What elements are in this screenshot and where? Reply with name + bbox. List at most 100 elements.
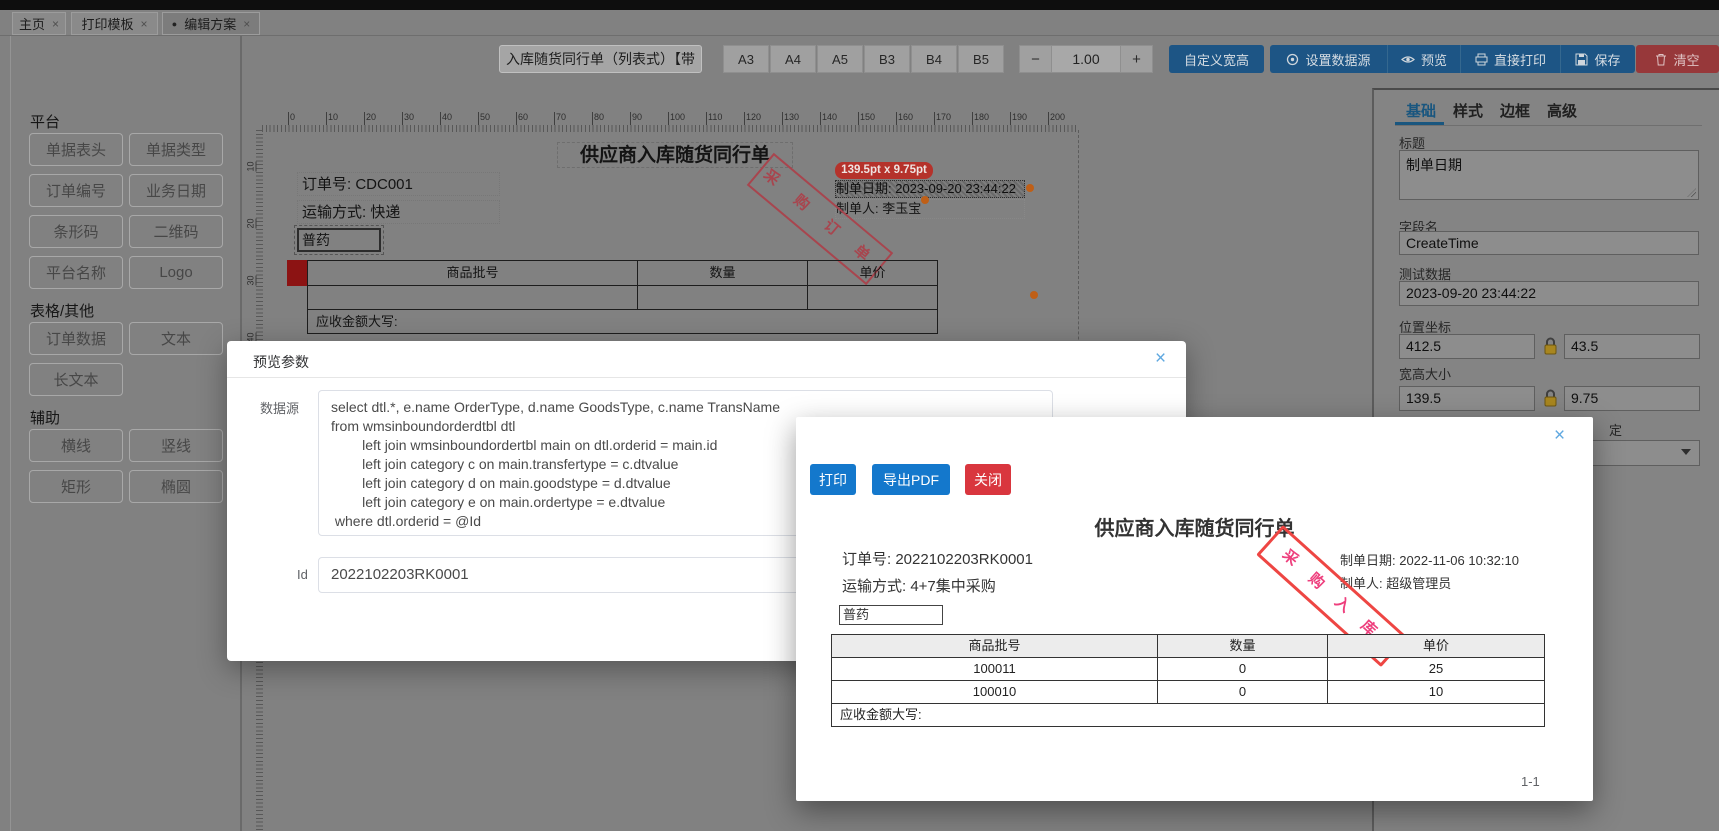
hruler-number: 70 bbox=[554, 112, 566, 125]
partially-hidden-label: 定 bbox=[1609, 423, 1623, 438]
palette-item-单据类型[interactable]: 单据类型 bbox=[129, 133, 223, 166]
field-name-input[interactable]: CreateTime bbox=[1399, 231, 1699, 255]
set-datasource-button[interactable]: 设置数据源 bbox=[1270, 45, 1387, 73]
tab-编辑方案[interactable]: ● 编辑方案 × bbox=[162, 12, 260, 35]
lock-icon[interactable] bbox=[1542, 336, 1559, 357]
inspector-tab-边框[interactable]: 边框 bbox=[1500, 100, 1530, 121]
width-input[interactable]: 139.5 bbox=[1399, 386, 1535, 411]
hruler-number: 60 bbox=[516, 112, 528, 125]
preview-maker: 制单人: 超级管理员 bbox=[1340, 576, 1452, 591]
inspector-tab-样式[interactable]: 样式 bbox=[1453, 100, 1483, 121]
canvas-table-header-单价[interactable]: 单价 bbox=[807, 260, 938, 286]
preview-doc-title: 供应商入库随货同行单 bbox=[1094, 518, 1295, 540]
preview-drug-type-box: 普药 bbox=[839, 605, 943, 625]
close-icon[interactable]: × bbox=[1155, 349, 1166, 368]
palette-item-平台名称[interactable]: 平台名称 bbox=[29, 256, 123, 289]
palette-section-表格/其他: 表格/其他 bbox=[30, 303, 95, 320]
tab-close-icon[interactable]: × bbox=[243, 18, 250, 30]
canvas-table-footer[interactable]: 应收金额大写: bbox=[307, 309, 938, 334]
hruler-number: 190 bbox=[1010, 112, 1027, 125]
preview-result-modal: × 打印 导出PDF 关闭 供应商入库随货同行单 订单号: 2022102203… bbox=[796, 417, 1593, 801]
size-tooltip: 139.5pt x 9.75pt bbox=[835, 162, 933, 179]
lock-icon[interactable] bbox=[1542, 388, 1559, 409]
paper-size-B4[interactable]: B4 bbox=[911, 45, 957, 73]
canvas-table-empty-cell[interactable] bbox=[637, 285, 808, 310]
tab-label: 主页 bbox=[18, 17, 45, 32]
palette-item-椭圆[interactable]: 椭圆 bbox=[129, 470, 223, 503]
hruler-number: 100 bbox=[668, 112, 685, 125]
palette-item-订单编号[interactable]: 订单编号 bbox=[29, 174, 123, 207]
tab-close-icon[interactable]: × bbox=[141, 18, 148, 30]
palette-item-单据表头[interactable]: 单据表头 bbox=[29, 133, 123, 166]
title-textarea[interactable]: 制单日期 bbox=[1399, 150, 1699, 200]
resize-handle-dot[interactable] bbox=[1030, 291, 1038, 299]
canvas-transport[interactable]: 运输方式: 快递 bbox=[297, 200, 500, 224]
canvas-make-date-selected[interactable]: 制单日期: 2023-09-20 23:44:22 bbox=[835, 180, 1025, 198]
print-button[interactable]: 打印 bbox=[810, 464, 856, 495]
palette-item-业务日期[interactable]: 业务日期 bbox=[129, 174, 223, 207]
canvas-drug-type-box[interactable]: 普药 bbox=[294, 225, 384, 255]
textarea-resize-handle[interactable] bbox=[1687, 188, 1696, 197]
paper-size-B3[interactable]: B3 bbox=[864, 45, 910, 73]
hruler-number: 200 bbox=[1048, 112, 1065, 125]
direct-print-button[interactable]: 直接打印 bbox=[1460, 45, 1560, 73]
zoom-out-button[interactable]: − bbox=[1019, 45, 1052, 73]
inspector-tab-高级[interactable]: 高级 bbox=[1547, 100, 1577, 121]
paper-size-A3[interactable]: A3 bbox=[723, 45, 769, 73]
template-name-box[interactable]: 入库随货同行单（列表式）【带 bbox=[499, 45, 702, 73]
zoom-in-button[interactable]: + bbox=[1120, 45, 1153, 73]
tab-close-icon[interactable]: × bbox=[52, 18, 59, 30]
export-pdf-button[interactable]: 导出PDF bbox=[872, 464, 950, 495]
canvas-table-header-数量[interactable]: 数量 bbox=[637, 260, 808, 286]
unsaved-dot-icon: ● bbox=[171, 18, 178, 29]
pos-x-input[interactable]: 412.5 bbox=[1399, 334, 1535, 359]
close-icon[interactable]: × bbox=[1554, 426, 1565, 445]
canvas-table-empty-cell[interactable] bbox=[807, 285, 938, 310]
tab-主页[interactable]: 主页 × bbox=[12, 12, 66, 35]
test-data-input[interactable]: 2023-09-20 23:44:22 bbox=[1399, 281, 1699, 306]
palette-item-横线[interactable]: 横线 bbox=[29, 429, 123, 462]
height-input[interactable]: 9.75 bbox=[1564, 386, 1700, 411]
close-preview-button[interactable]: 关闭 bbox=[965, 464, 1011, 495]
canvas-order-no[interactable]: 订单号: CDC001 bbox=[297, 172, 500, 196]
preview-table-header-商品批号: 商品批号 bbox=[831, 634, 1158, 658]
palette-item-文本[interactable]: 文本 bbox=[129, 322, 223, 355]
table-row-handle[interactable] bbox=[287, 260, 307, 286]
palette-item-长文本[interactable]: 长文本 bbox=[29, 363, 123, 396]
save-button[interactable]: 保存 bbox=[1560, 45, 1635, 73]
preview-make-date: 制单日期: 2022-11-06 10:32:10 bbox=[1340, 553, 1519, 568]
palette-item-订单数据[interactable]: 订单数据 bbox=[29, 322, 123, 355]
inspector-tab-基础[interactable]: 基础 bbox=[1406, 100, 1436, 121]
size-label: 宽高大小 bbox=[1399, 367, 1452, 382]
canvas-table-header-商品批号[interactable]: 商品批号 bbox=[307, 260, 638, 286]
zoom-control: − 1.00 + bbox=[1019, 45, 1153, 73]
paper-size-A5[interactable]: A5 bbox=[817, 45, 863, 73]
palette-item-条形码[interactable]: 条形码 bbox=[29, 215, 123, 248]
palette-item-Logo[interactable]: Logo bbox=[129, 256, 223, 289]
hruler-number: 180 bbox=[972, 112, 989, 125]
canvas-maker[interactable]: 制单人: 李玉宝 bbox=[835, 199, 1025, 219]
palette-item-矩形[interactable]: 矩形 bbox=[29, 470, 123, 503]
zoom-value[interactable]: 1.00 bbox=[1052, 45, 1120, 73]
sidebar-left-edge bbox=[10, 36, 11, 831]
preview-order-no: 订单号: 2022102203RK0001 bbox=[842, 551, 1033, 568]
id-label: Id bbox=[297, 567, 308, 582]
resize-handle-dot[interactable] bbox=[921, 196, 929, 204]
paper-size-B5[interactable]: B5 bbox=[958, 45, 1004, 73]
resize-handle-dot[interactable] bbox=[1026, 184, 1034, 192]
custom-size-button[interactable]: 自定义宽高 bbox=[1169, 45, 1264, 73]
hruler-number: 50 bbox=[478, 112, 490, 125]
canvas-doc-title[interactable]: 供应商入库随货同行单 bbox=[557, 142, 793, 168]
chevron-down-icon bbox=[1681, 449, 1691, 455]
paper-size-A4[interactable]: A4 bbox=[770, 45, 816, 73]
palette-item-二维码[interactable]: 二维码 bbox=[129, 215, 223, 248]
tab-打印模板[interactable]: 打印模板 × bbox=[71, 12, 158, 35]
canvas-table-empty-cell[interactable] bbox=[307, 285, 638, 310]
palette-item-竖线[interactable]: 竖线 bbox=[129, 429, 223, 462]
vruler-number: 10 bbox=[245, 161, 257, 172]
preview-button[interactable]: 预览 bbox=[1387, 45, 1460, 73]
hruler-number: 170 bbox=[934, 112, 951, 125]
clear-button[interactable]: 清空 bbox=[1636, 45, 1719, 73]
pos-y-input[interactable]: 43.5 bbox=[1564, 334, 1700, 359]
hruler-number: 130 bbox=[782, 112, 799, 125]
